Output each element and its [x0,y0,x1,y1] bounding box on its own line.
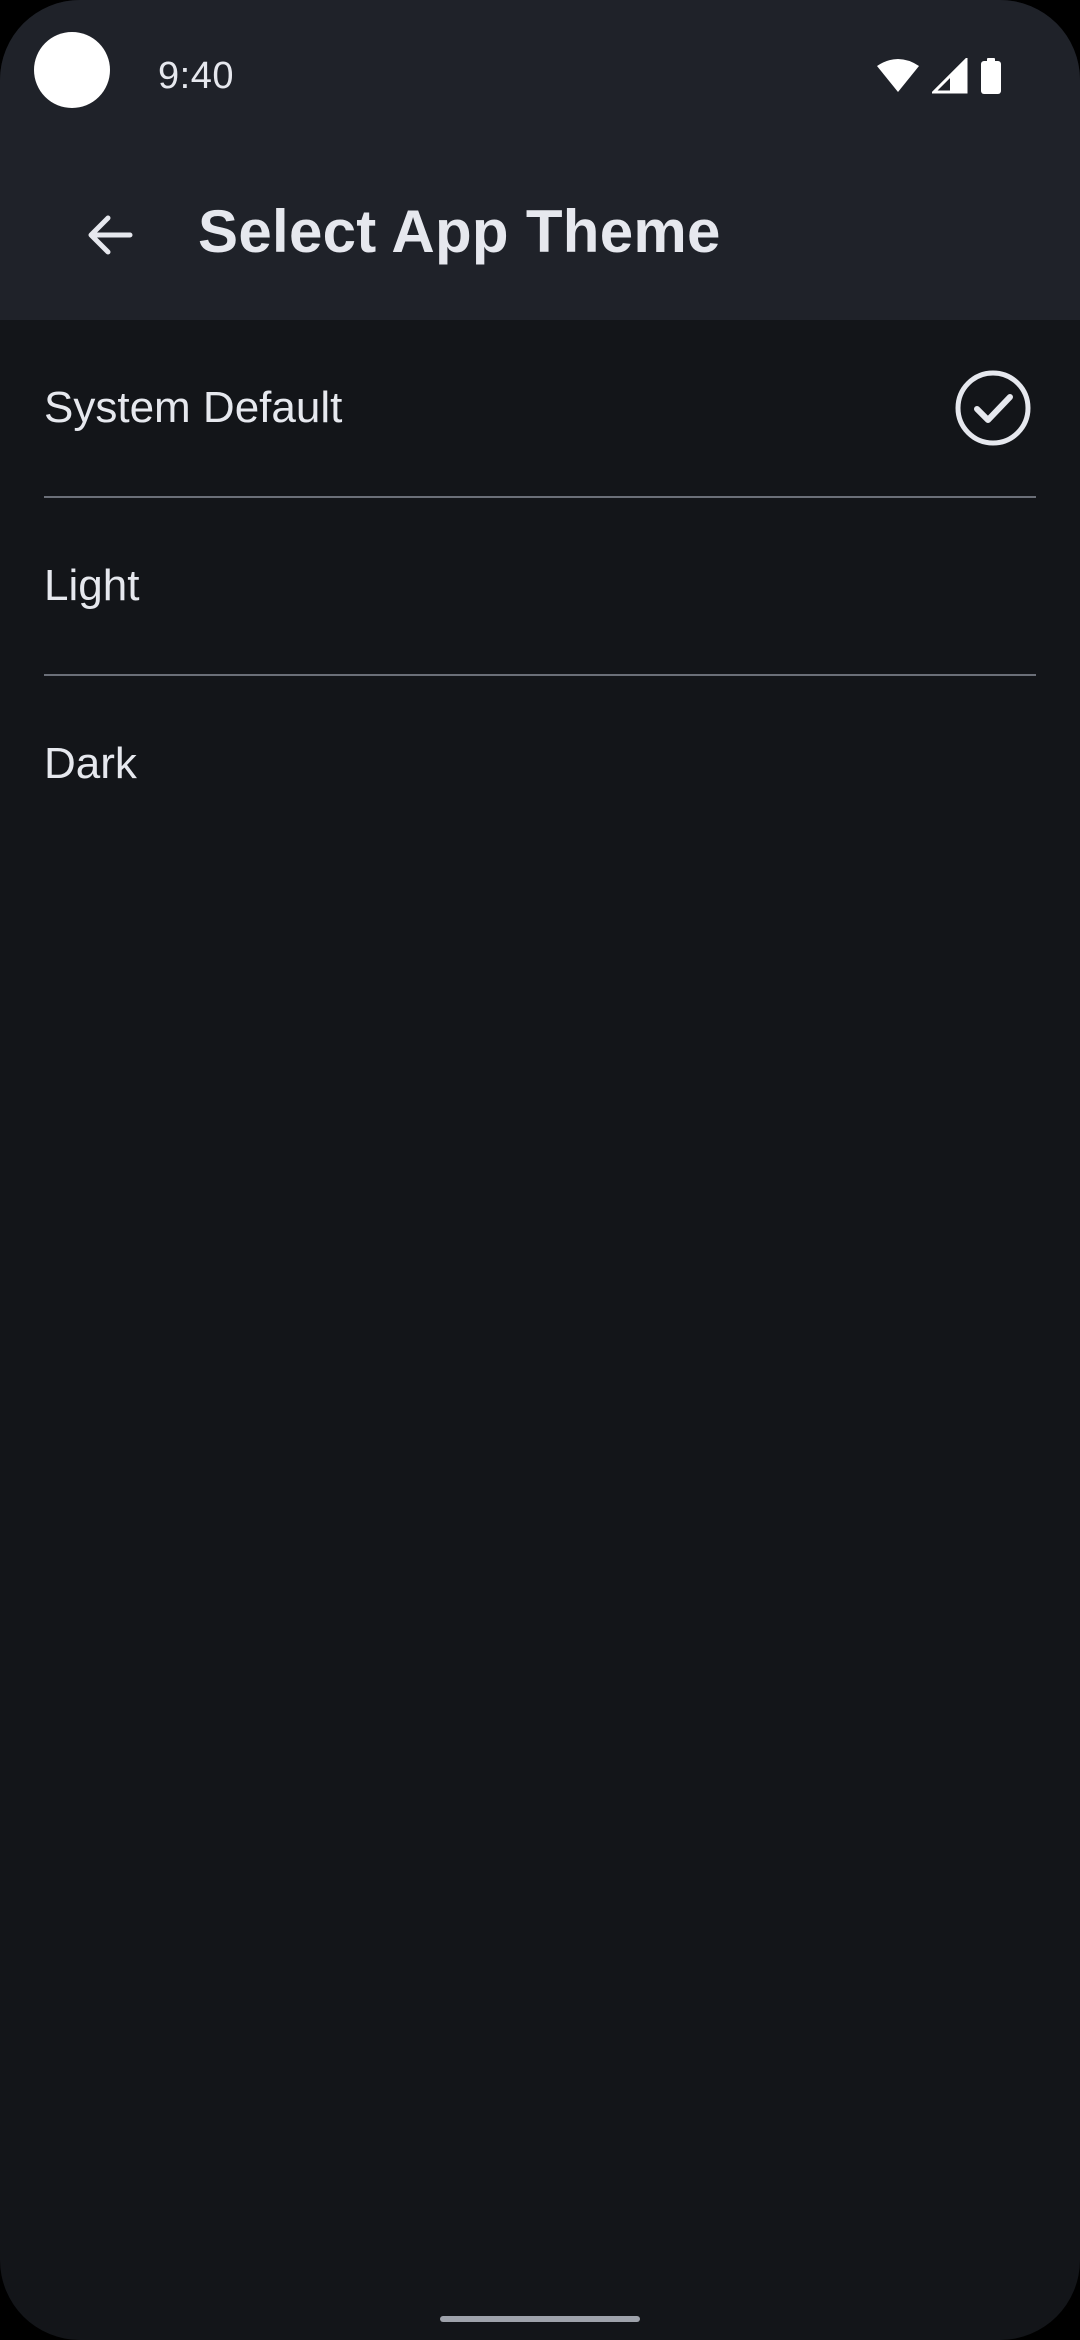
theme-option-light[interactable]: Light [0,498,1080,674]
page-title: Select App Theme [198,198,721,265]
status-icons [876,56,1002,96]
status-bar: 9:40 [0,0,1080,150]
arrow-left-icon [88,215,133,255]
wifi-icon [877,59,919,92]
option-label: Light [44,561,140,610]
option-label: System Default [44,383,343,432]
battery-icon [981,58,1001,94]
option-label: Dark [44,739,137,788]
back-button[interactable] [62,187,158,283]
home-indicator[interactable] [440,2316,640,2322]
check-circle-icon [955,370,1031,446]
screen: 9:40 Select App Theme System Default Lig… [0,0,1080,2340]
camera-cutout [34,32,110,108]
cellular-signal-icon [932,58,968,94]
status-time: 9:40 [158,55,234,97]
app-bar: Select App Theme [0,150,1080,320]
theme-options-list: System Default Light Dark [0,320,1080,852]
theme-option-system-default[interactable]: System Default [0,320,1080,496]
theme-option-dark[interactable]: Dark [0,676,1080,852]
